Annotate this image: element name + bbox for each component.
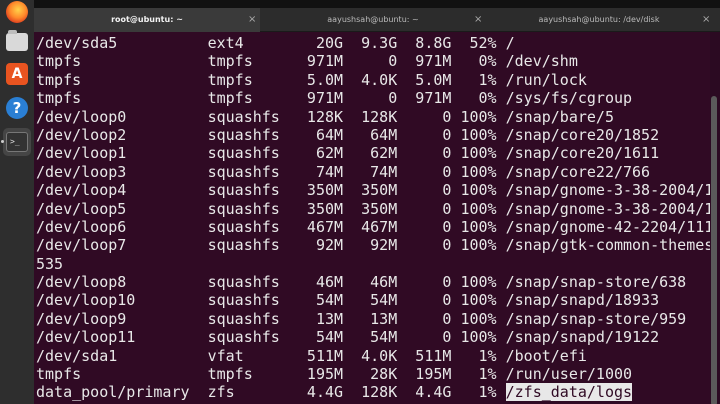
terminal-line: /dev/loop0 squashfs 128K 128K 0 100% /sn… [36, 107, 614, 126]
selected-mountpoint[interactable]: /zfs_data/logs [505, 383, 633, 402]
tab-label: aayushsah@ubuntu: ~ [327, 15, 419, 24]
active-indicator [1, 140, 4, 143]
dock-firefox[interactable] [5, 0, 29, 24]
terminal-line: /dev/loop2 squashfs 64M 64M 0 100% /snap… [36, 125, 660, 144]
terminal-line-prefix: data_pool/primary zfs 4.4G 128K 4.4G 1% [36, 383, 506, 402]
terminal-lines: /dev/sda5 ext4 20G 9.3G 8.8G 52% / tmpfs … [36, 34, 710, 402]
tab-bar: root@ubuntu: ~ × aayushsah@ubuntu: ~ × a… [34, 8, 720, 32]
terminal-line: /dev/loop1 squashfs 62M 62M 0 100% /snap… [36, 144, 660, 163]
terminal-line: /dev/loop11 squashfs 54M 54M 0 100% /sna… [36, 328, 660, 347]
terminal-line: tmpfs tmpfs 971M 0 971M 0% /dev/shm [36, 52, 578, 71]
close-tab-icon[interactable]: × [248, 8, 256, 32]
tab-aayushsah-home[interactable]: aayushsah@ubuntu: ~ [260, 8, 486, 32]
terminal-line: tmpfs tmpfs 195M 28K 195M 1% /run/user/1… [36, 365, 633, 384]
tab-label: root@ubuntu: ~ [111, 15, 183, 24]
terminal-line: /dev/sda1 vfat 511M 4.0K 511M 1% /boot/e… [36, 346, 587, 365]
tab-aayushsah-dev-disk[interactable]: aayushsah@ubuntu: /dev/disk [486, 8, 712, 32]
software-store-icon: A [6, 63, 28, 85]
terminal-line: tmpfs tmpfs 5.0M 4.0K 5.0M 1% /run/lock [36, 70, 587, 89]
terminal-line: /dev/loop6 squashfs 467M 467M 0 100% /sn… [36, 217, 710, 236]
terminal-line: data_pool/primary zfs 4.4G 128K 4.4G 1% … [36, 383, 710, 402]
terminal-line: 535 [36, 254, 64, 273]
help-icon: ? [6, 97, 28, 119]
terminal-line: /dev/sda5 ext4 20G 9.3G 8.8G 52% / [36, 34, 515, 52]
terminal-line: /dev/loop9 squashfs 13M 13M 0 100% /snap… [36, 309, 687, 328]
terminal-scrollbar[interactable] [711, 96, 717, 404]
dock-files[interactable] [5, 30, 29, 54]
dock: A ? >_ [0, 0, 34, 404]
terminal-line: /dev/loop3 squashfs 74M 74M 0 100% /snap… [36, 162, 651, 181]
terminal-line: /dev/loop5 squashfs 350M 350M 0 100% /sn… [36, 199, 710, 218]
dock-software-store[interactable]: A [5, 62, 29, 86]
terminal-line: /dev/loop8 squashfs 46M 46M 0 100% /snap… [36, 273, 687, 292]
firefox-icon [6, 1, 28, 23]
tab-label: aayushsah@ubuntu: /dev/disk [538, 15, 660, 24]
close-tab-icon[interactable]: × [702, 8, 710, 32]
tab-root[interactable]: root@ubuntu: ~ [34, 8, 260, 32]
terminal-line: /dev/loop4 squashfs 350M 350M 0 100% /sn… [36, 181, 710, 200]
terminal-line: /dev/loop7 squashfs 92M 92M 0 100% /snap… [36, 236, 710, 255]
terminal-line: tmpfs tmpfs 971M 0 971M 0% /sys/fs/cgrou… [36, 89, 633, 108]
system-top-bar [0, 0, 720, 8]
terminal-icon: >_ [6, 132, 28, 152]
close-tab-icon[interactable]: × [474, 8, 482, 32]
dock-terminal[interactable]: >_ [3, 128, 31, 156]
terminal-line: /dev/loop10 squashfs 54M 54M 0 100% /sna… [36, 291, 660, 310]
folder-icon [6, 30, 28, 51]
terminal-output[interactable]: /dev/sda5 ext4 20G 9.3G 8.8G 52% / tmpfs … [34, 32, 710, 404]
dock-help[interactable]: ? [5, 96, 29, 120]
